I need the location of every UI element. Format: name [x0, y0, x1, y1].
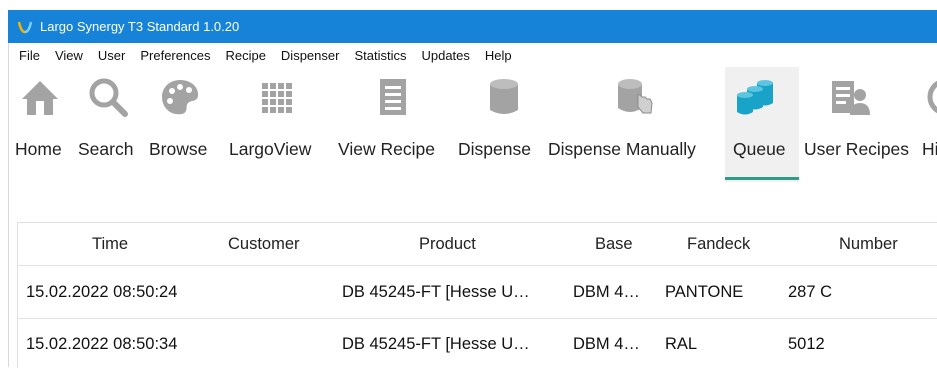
menu-recipe[interactable]: Recipe: [225, 48, 265, 63]
toolbar-search-label: Search: [78, 139, 134, 159]
title-bar: Largo Synergy T3 Standard 1.0.20: [8, 10, 937, 43]
cell-time: 15.02.2022 08:50:34: [26, 334, 178, 353]
menu-file[interactable]: File: [19, 48, 40, 63]
palette-icon: [160, 77, 200, 117]
column-header-product[interactable]: Product: [419, 223, 476, 265]
menu-view[interactable]: View: [55, 48, 83, 63]
menu-updates[interactable]: Updates: [421, 48, 469, 63]
menu-dispenser[interactable]: Dispenser: [281, 48, 340, 63]
cell-time: 15.02.2022 08:50:24: [26, 282, 178, 301]
can-icon: [484, 77, 524, 117]
menu-help[interactable]: Help: [485, 48, 512, 63]
menu-statistics[interactable]: Statistics: [354, 48, 406, 63]
queue-table: Time Customer Product Base Fandeck Numbe…: [17, 222, 937, 368]
toolbar-user-recipes-label: User Recipes: [804, 139, 910, 159]
cell-number: 287 C: [788, 282, 833, 301]
cell-product: DB 45245-FT [Hesse U…: [342, 282, 530, 301]
menu-user[interactable]: User: [98, 48, 125, 63]
search-icon: [88, 77, 128, 117]
selected-tab-indicator: [725, 177, 799, 180]
table-row[interactable]: 15.02.2022 08:50:34 DB 45245-FT [Hesse U…: [18, 319, 937, 369]
cell-product: DB 45245-FT [Hesse U…: [342, 334, 530, 353]
column-header-fandeck[interactable]: Fandeck: [687, 223, 750, 265]
cell-base: DBM 4…: [573, 282, 640, 301]
menu-bar: File View User Preferences Recipe Dispen…: [8, 43, 937, 67]
toolbar-history-label: Hi: [922, 139, 937, 159]
document-icon: [374, 77, 414, 117]
column-header-customer[interactable]: Customer: [228, 223, 300, 265]
toolbar: Home Search Browse LargoView View Recipe…: [8, 67, 937, 182]
menu-preferences[interactable]: Preferences: [140, 48, 210, 63]
column-header-time[interactable]: Time: [92, 223, 128, 265]
window-title: Largo Synergy T3 Standard 1.0.20: [40, 19, 240, 34]
toolbar-queue-label: Queue: [733, 139, 786, 159]
toolbar-home-label: Home: [15, 139, 62, 159]
grid-icon: [258, 77, 298, 117]
home-icon: [20, 77, 60, 117]
table-row[interactable]: 15.02.2022 08:50:24 DB 45245-FT [Hesse U…: [18, 266, 937, 319]
toolbar-browse-label: Browse: [149, 139, 208, 159]
queue-cans-icon: [735, 77, 775, 117]
history-icon: [926, 77, 937, 117]
user-recipes-icon: [830, 77, 870, 117]
toolbar-dispense-manually-label: Dispense Manually: [548, 139, 696, 159]
toolbar-view-recipe-label: View Recipe: [338, 139, 435, 159]
can-hand-icon: [614, 77, 654, 117]
column-header-number[interactable]: Number: [839, 223, 898, 265]
cell-fandeck: PANTONE: [665, 282, 744, 301]
toolbar-largoview-label: LargoView: [229, 139, 312, 159]
cell-fandeck: RAL: [665, 334, 698, 353]
app-logo-icon: [16, 18, 34, 36]
column-header-base[interactable]: Base: [595, 223, 633, 265]
cell-number: 5012: [788, 334, 825, 353]
cell-base: DBM 4…: [573, 334, 640, 353]
table-header: Time Customer Product Base Fandeck Numbe…: [18, 223, 937, 266]
toolbar-dispense-label: Dispense: [458, 139, 531, 159]
